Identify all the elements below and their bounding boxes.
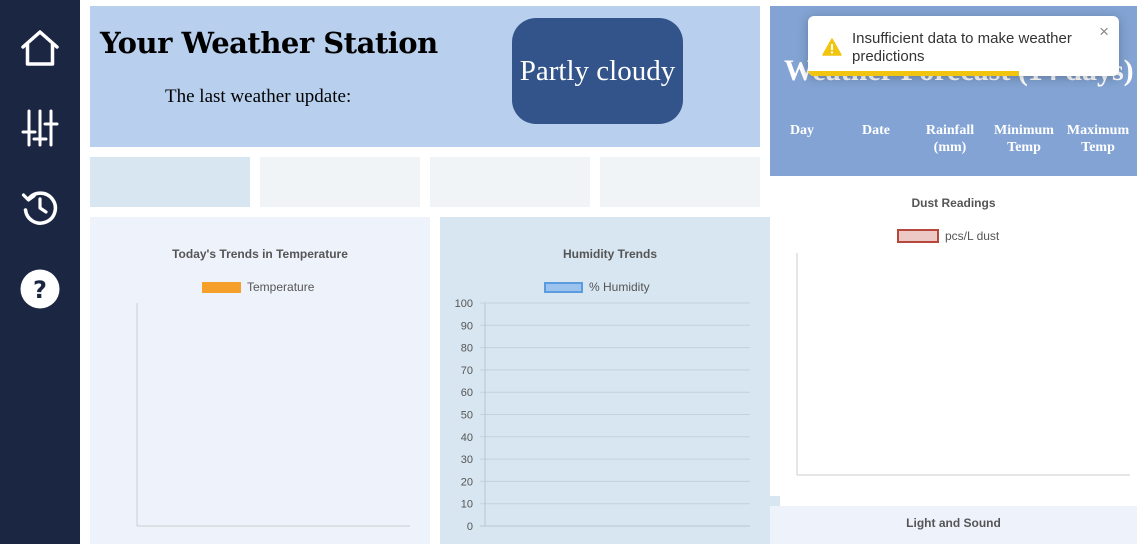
humidity-chart-panel: Humidity Trends % Humidity 100 90 80 70 60 50… [440,217,780,544]
y-tick-label: 50 [461,410,473,422]
temperature-chart-panel: Today's Trends in Temperature Temperatur… [90,217,430,544]
y-tick-label: 20 [461,476,473,488]
y-tick-label: 70 [461,365,473,377]
chart-title: Light and Sound [906,516,1001,530]
forecast-column-min-temp: Minimum Temp [994,123,1054,155]
nav-help-button[interactable]: ? [16,265,64,313]
nav-home-button[interactable] [16,24,64,72]
y-tick-label: 80 [461,343,473,355]
help-icon: ? [20,269,60,309]
forecast-column-date: Date [862,123,890,138]
summary-tile [260,157,420,207]
warning-toast[interactable]: Insufficient data to make weather predic… [808,16,1119,76]
y-tick-label: 40 [461,432,473,444]
home-icon [21,30,59,66]
sidebar: ? [0,0,80,544]
y-tick-label: 100 [455,298,473,310]
summary-tile [90,157,250,207]
dust-chart [796,253,1130,476]
y-tick-label: 0 [467,521,473,533]
y-tick-label: 10 [461,499,473,511]
last-update-label: The last weather update: [165,86,352,107]
sliders-icon [21,109,59,147]
humidity-chart: 1009080706050403020100 [455,298,750,533]
svg-text:?: ? [33,276,47,304]
forecast-column-rainfall: Rainfall (mm) [925,123,975,155]
summary-tile [600,157,760,207]
forecast-column-day: Day [789,123,815,138]
y-tick-label: 30 [461,454,473,466]
history-icon [21,191,58,225]
toast-message: Insufficient data to make weather predic… [852,30,1072,65]
close-icon[interactable]: × [1099,22,1109,42]
temperature-chart [136,303,410,527]
y-tick-label: 90 [461,320,473,332]
weather-condition-badge: Partly cloudy [512,18,683,124]
y-tick-label: 60 [461,387,473,399]
nav-history-button[interactable] [16,184,64,232]
light-sound-chart-panel: Light and Sound [770,506,1137,544]
forecast-column-max-temp: Maximum Temp [1066,123,1130,155]
summary-tile [430,157,590,207]
dust-chart-panel: Dust Readings pcs/L dust [770,186,1137,496]
nav-settings-button[interactable] [16,104,64,152]
header-panel: Your Weather Station The last weather up… [90,6,760,147]
page-title: Your Weather Station [100,26,438,60]
toast-progress-bar [808,71,1020,76]
warning-icon [822,38,842,56]
